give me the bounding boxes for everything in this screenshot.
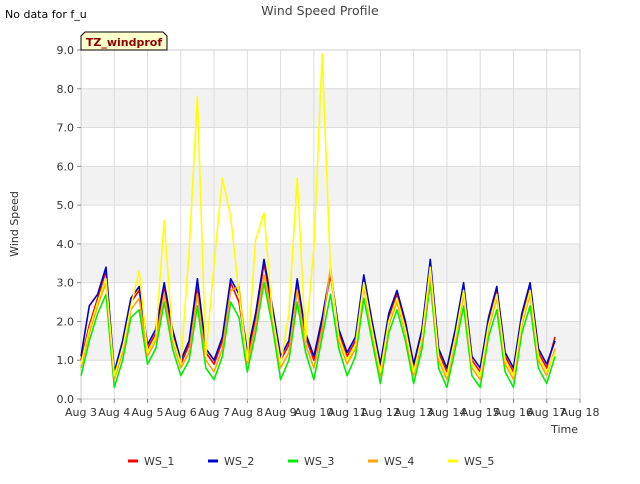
y-tick-label: 7.0 [57, 122, 75, 135]
y-tick-label: 8.0 [57, 83, 75, 96]
y-axis: 0.0 1.0 2.0 3.0 4.0 5.0 6.0 7.0 8.0 9.0 [57, 44, 81, 406]
x-tick-label: Aug 6 [165, 406, 197, 419]
plot-band [81, 360, 580, 399]
x-axis-label: Time [550, 423, 578, 436]
legend-label: WS_5 [464, 455, 494, 468]
no-data-notice: No data for f_u [5, 8, 87, 21]
tag-label: TZ_windprof [86, 36, 162, 49]
wind-speed-chart: 0.01.02.03.04.05.06.07.08.09.0 Aug 3 Aug … [5, 3, 599, 468]
plot-band [81, 50, 580, 89]
plot-band [81, 166, 580, 206]
x-axis: Aug 3 Aug 4 Aug 5 Aug 6 Aug 7 Aug 8 Aug 9 Aug 1… [65, 399, 599, 419]
x-tick-label: Aug 4 [98, 406, 130, 419]
x-tick-label: Aug 5 [132, 406, 164, 419]
legend-label: WS_2 [224, 455, 254, 468]
chart-container: 0.0 1.0 2.0 3.0 4.0 5.0 6.0 7.0 8.0 9.0 Aug 3 Aug … [0, 0, 640, 480]
y-tick-label: 4.0 [57, 238, 75, 251]
plot-band [81, 127, 580, 167]
legend-label: WS_3 [304, 455, 334, 468]
plot-band [81, 88, 580, 128]
plot-band [81, 205, 580, 244]
tag-box: TZ_windprof [80, 31, 168, 51]
x-tick-label: Aug 8 [231, 406, 263, 419]
x-tick-label: Aug 3 [65, 406, 97, 419]
plot-band [81, 282, 580, 322]
y-tick-label: 5.0 [57, 199, 75, 212]
y-tick-label: 1.0 [57, 354, 75, 367]
legend: WS_1 WS_2 WS_3 WS_4 WS_5 [128, 455, 494, 468]
y-axis-label: Wind Speed [8, 191, 21, 257]
y-tick-label: 2.0 [57, 315, 75, 328]
y-tick-label: 6.0 [57, 160, 75, 173]
chart-title: Wind Speed Profile [261, 3, 379, 18]
x-tick-label: Aug 9 [265, 406, 297, 419]
legend-label: WS_1 [144, 455, 174, 468]
y-tick-label: 0.0 [57, 393, 75, 406]
y-tick-label: 9.0 [57, 44, 75, 57]
x-tick-label: Aug 18 [561, 406, 600, 419]
y-tick-label: 3.0 [57, 277, 75, 290]
legend-label: WS_4 [384, 455, 414, 468]
x-tick-label: Aug 7 [198, 406, 230, 419]
